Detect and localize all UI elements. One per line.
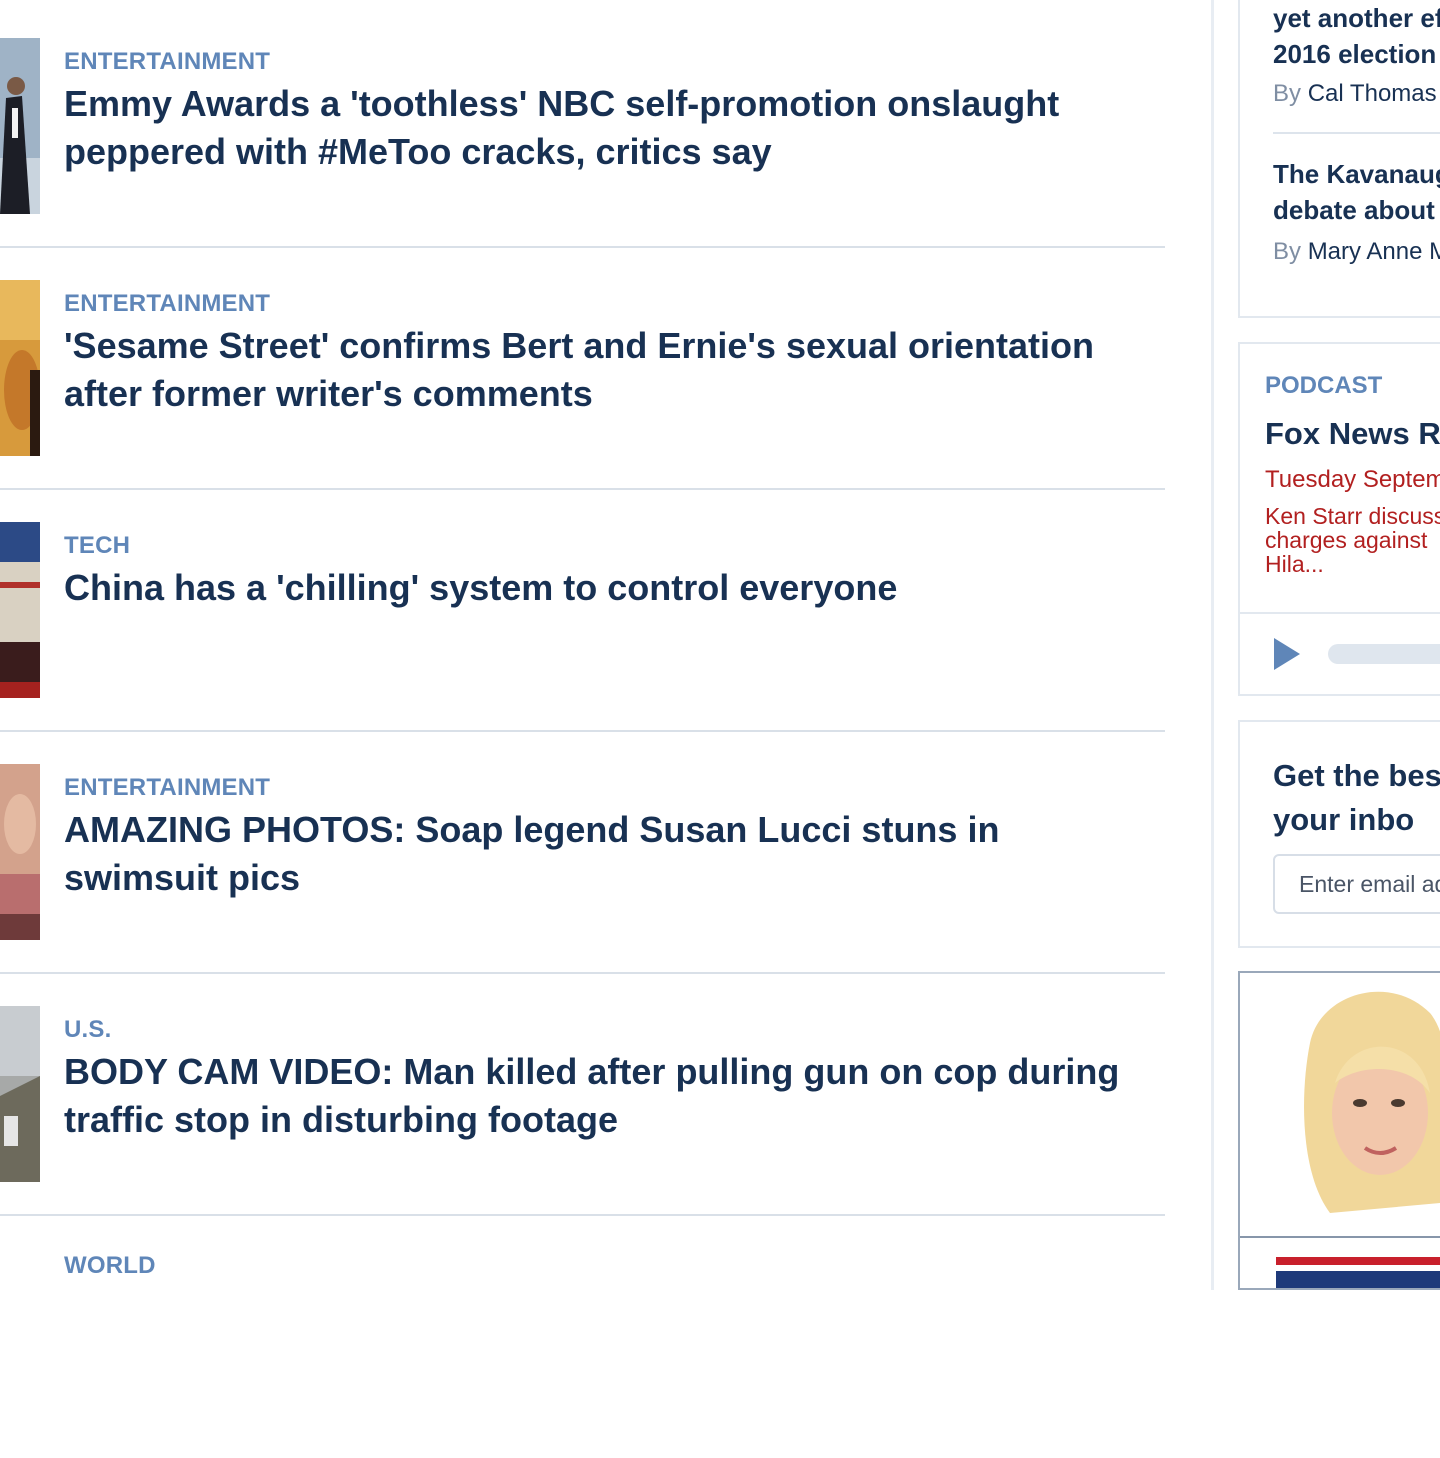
article-category[interactable]: WORLD: [64, 1252, 156, 1280]
article-item: TECH China has a 'chilling' system to co…: [0, 490, 1165, 732]
advertisement[interactable]: [1238, 971, 1440, 1290]
article-headline[interactable]: AMAZING PHOTOS: Soap legend Susan Lucci …: [64, 806, 1159, 902]
play-icon[interactable]: [1274, 638, 1300, 670]
email-input[interactable]: [1273, 854, 1440, 914]
podcast-title[interactable]: Fox News Ru: [1265, 416, 1440, 452]
article-thumbnail[interactable]: [0, 764, 40, 940]
podcast-divider: [1240, 612, 1440, 614]
opinion-title-line[interactable]: 2016 election: [1273, 39, 1436, 69]
opinion-card: yet another eff 2016 election By Cal Tho…: [1238, 0, 1440, 318]
article-link[interactable]: BODY CAM VIDEO: Man killed after pulling…: [64, 1051, 1119, 1140]
author-name[interactable]: Cal Thomas: [1308, 80, 1437, 107]
article-category[interactable]: ENTERTAINMENT: [64, 774, 270, 802]
article-item: ENTERTAINMENT AMAZING PHOTOS: Soap legen…: [0, 732, 1165, 974]
opinion-title[interactable]: The Kavanaugh debate about t: [1273, 156, 1440, 228]
byline-prefix: By: [1273, 238, 1302, 265]
article-link[interactable]: AMAZING PHOTOS: Soap legend Susan Lucci …: [64, 809, 999, 898]
article-thumbnail[interactable]: [0, 280, 40, 456]
newsletter-title: Get the best to your inbo: [1273, 758, 1440, 837]
podcast-card: PODCAST Fox News Ru Tuesday Septem Ken S…: [1238, 342, 1440, 696]
article-category[interactable]: U.S.: [64, 1016, 111, 1044]
article-item: ENTERTAINMENT 'Sesame Street' confirms B…: [0, 248, 1165, 490]
opinion-title-line[interactable]: yet another eff: [1273, 3, 1440, 33]
article-headline[interactable]: China has a 'chilling' system to control…: [64, 564, 1159, 612]
opinion-divider: [1273, 132, 1440, 134]
podcast-label[interactable]: PODCAST: [1265, 372, 1382, 400]
article-item: ENTERTAINMENT Emmy Awards a 'toothless' …: [0, 6, 1165, 248]
podcast-date: Tuesday Septem: [1265, 466, 1440, 493]
article-thumbnail[interactable]: [0, 1006, 40, 1182]
opinion-title[interactable]: yet another eff 2016 election: [1273, 0, 1440, 72]
byline-prefix: By: [1273, 80, 1302, 107]
opinion-byline: By Mary Anne M: [1273, 238, 1440, 266]
article-category[interactable]: ENTERTAINMENT: [64, 48, 270, 76]
article-link[interactable]: 'Sesame Street' confirms Bert and Ernie'…: [64, 325, 1094, 414]
article-item: WORLD: [0, 1216, 1165, 1458]
article-headline[interactable]: BODY CAM VIDEO: Man killed after pulling…: [64, 1048, 1159, 1144]
opinion-title-line[interactable]: The Kavanaugh: [1273, 159, 1440, 189]
opinion-byline: By Cal Thomas: [1273, 80, 1437, 108]
article-category[interactable]: TECH: [64, 532, 130, 560]
article-headline[interactable]: Emmy Awards a 'toothless' NBC self-promo…: [64, 80, 1159, 176]
article-headline[interactable]: 'Sesame Street' confirms Bert and Ernie'…: [64, 322, 1159, 418]
rail-divider: [1211, 0, 1214, 1290]
article-link[interactable]: China has a 'chilling' system to control…: [64, 567, 897, 608]
article-thumbnail[interactable]: [0, 522, 40, 698]
newsletter-card: Get the best to your inbo: [1238, 720, 1440, 948]
article-link[interactable]: Emmy Awards a 'toothless' NBC self-promo…: [64, 83, 1059, 172]
right-rail: yet another eff 2016 election By Cal Tho…: [1238, 0, 1440, 1290]
author-name[interactable]: Mary Anne M: [1308, 238, 1440, 265]
article-thumbnail[interactable]: [0, 1248, 40, 1290]
opinion-title-line[interactable]: debate about t: [1273, 195, 1440, 225]
article-category[interactable]: ENTERTAINMENT: [64, 290, 270, 318]
article-thumbnail[interactable]: [0, 38, 40, 214]
article-item: U.S. BODY CAM VIDEO: Man killed after pu…: [0, 974, 1165, 1216]
article-list: ENTERTAINMENT Emmy Awards a 'toothless' …: [0, 0, 1165, 1290]
audio-progress-track[interactable]: [1328, 644, 1440, 664]
podcast-description[interactable]: Ken Starr discuss charges against Hila..…: [1265, 504, 1440, 576]
